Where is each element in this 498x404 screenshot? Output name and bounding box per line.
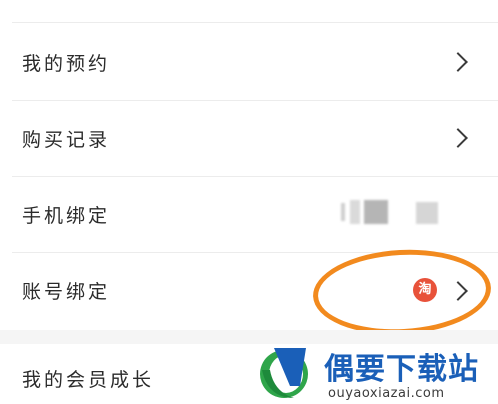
blurred-phone-value — [350, 200, 360, 224]
settings-screen: 我的预约 购买记录 手机绑定 账号绑定 淘 我的会员成长 偶要下载站 ouyao… — [0, 0, 498, 404]
blurred-phone-value — [364, 200, 388, 224]
chevron-right-icon — [448, 52, 468, 72]
menu-item-label: 我的预约 — [22, 52, 111, 75]
menu-item-my-reservation[interactable]: 我的预约 — [0, 24, 498, 100]
chevron-right-icon — [448, 128, 468, 148]
watermark-url: ouyaoxiazai.com — [328, 386, 445, 401]
menu-item-label: 手机绑定 — [22, 204, 111, 227]
ouyao-logo-icon — [260, 348, 308, 398]
blurred-phone-value — [341, 203, 345, 221]
menu-item-purchase-history[interactable]: 购买记录 — [0, 100, 498, 176]
menu-item-label: 我的会员成长 — [22, 369, 155, 391]
watermark-title: 偶要下载站 — [324, 352, 479, 387]
menu-item-label: 购买记录 — [22, 128, 111, 151]
watermark: 偶要下载站 ouyaoxiazai.com — [254, 340, 498, 404]
menu-item-label: 账号绑定 — [22, 280, 111, 303]
blurred-phone-value — [416, 202, 438, 224]
divider — [12, 22, 498, 23]
menu-item-phone-binding[interactable]: 手机绑定 — [0, 176, 498, 252]
